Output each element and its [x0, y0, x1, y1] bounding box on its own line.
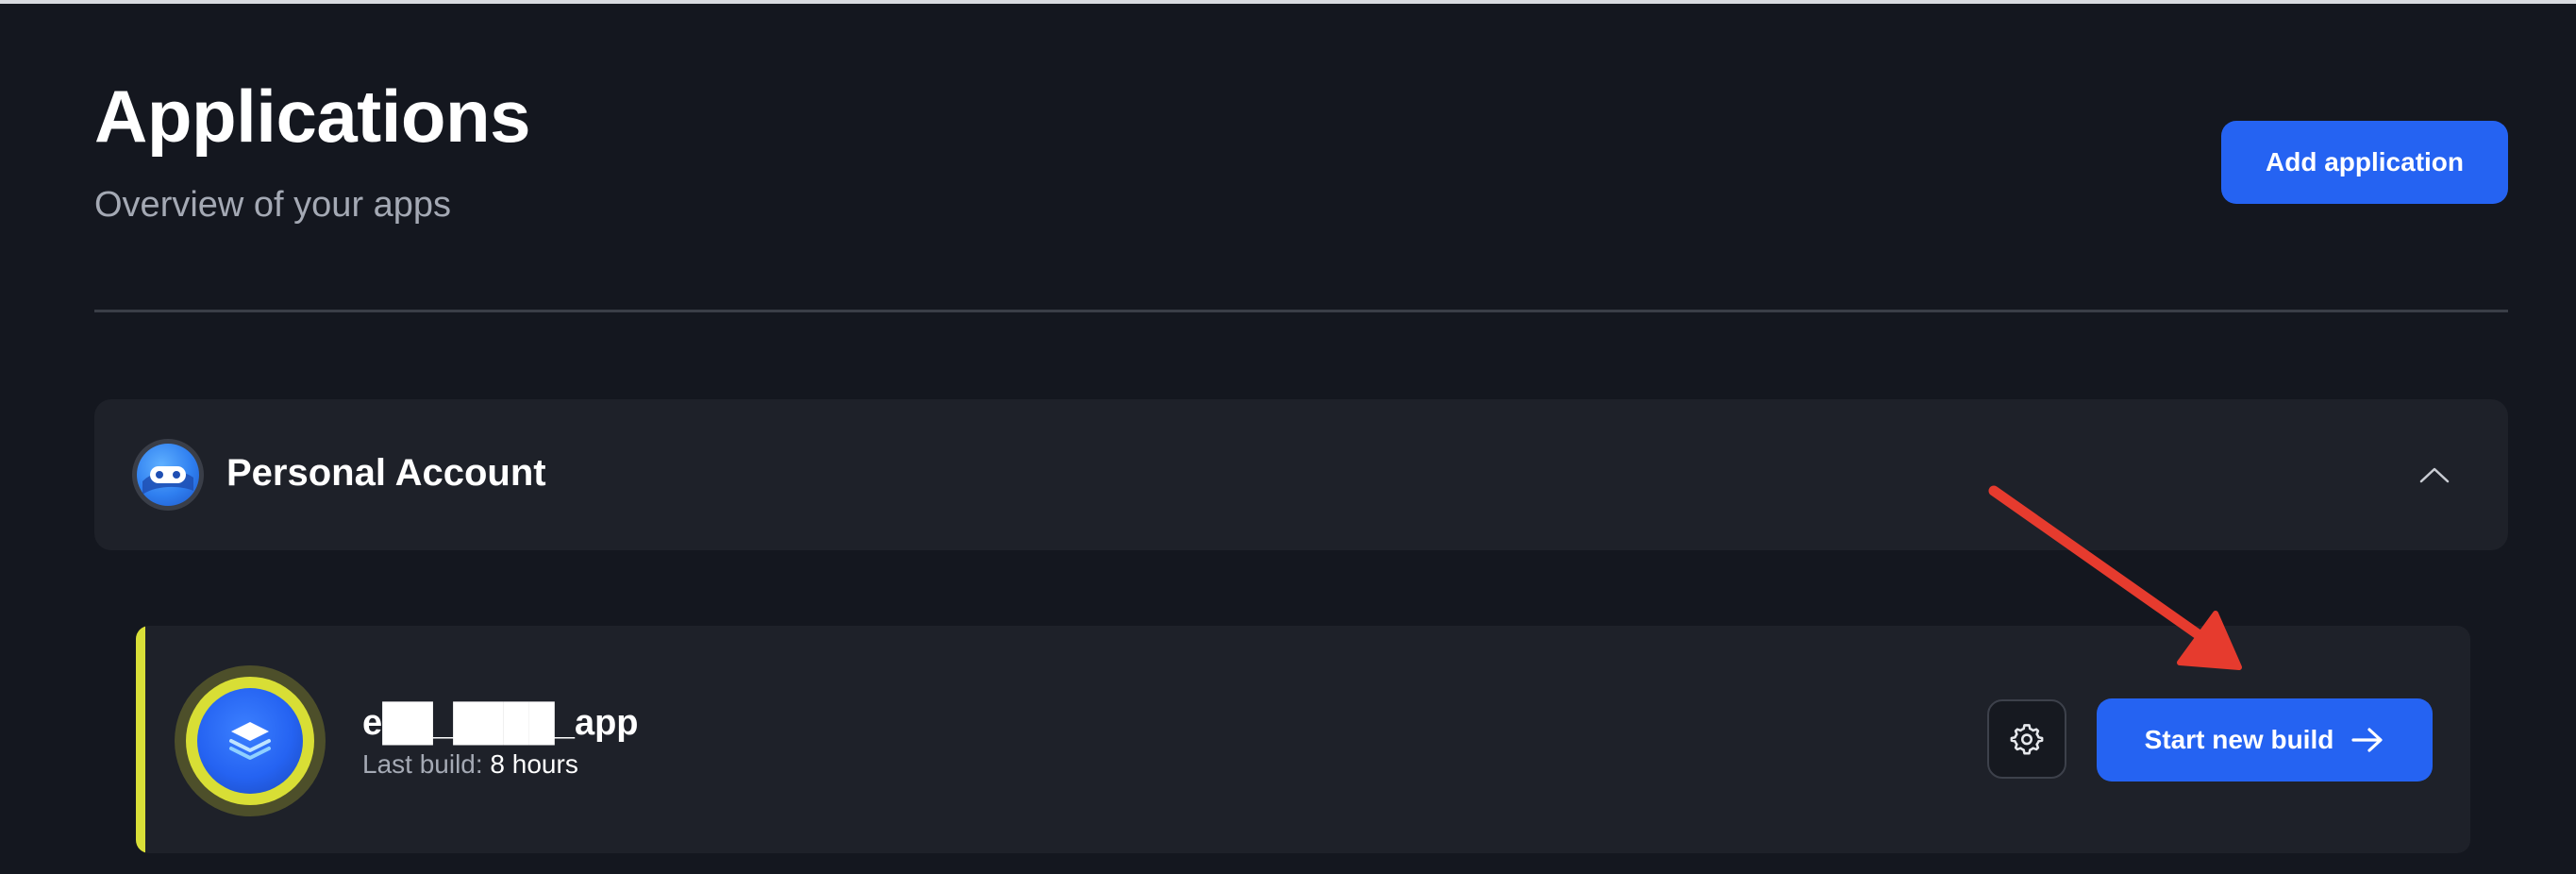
- last-build-label: Last build:: [362, 749, 483, 779]
- add-application-button[interactable]: Add application: [2221, 121, 2508, 204]
- account-avatar: [132, 439, 204, 511]
- app-name[interactable]: e██_████_app: [362, 705, 639, 741]
- page-title: Applications: [94, 75, 531, 158]
- last-build-value: 8 hours: [490, 749, 578, 779]
- collapse-toggle-button[interactable]: [2408, 448, 2461, 501]
- app-avatar-ring: [186, 677, 314, 805]
- header-divider: [94, 310, 2508, 312]
- application-card[interactable]: e██_████_app Last build: 8 hours Start n…: [136, 626, 2470, 853]
- app-avatar: [175, 665, 326, 816]
- chevron-up-icon: [2419, 467, 2450, 483]
- last-build-info: Last build: 8 hours: [362, 751, 578, 778]
- window-top-edge: [0, 0, 2576, 4]
- account-section-header[interactable]: Personal Account: [94, 399, 2508, 550]
- app-card-accent-bar: [136, 626, 145, 853]
- account-name: Personal Account: [226, 452, 546, 494]
- layers-stack-icon: [197, 688, 303, 794]
- start-new-build-button[interactable]: Start new build: [2097, 698, 2433, 782]
- robot-face-icon: [137, 444, 199, 506]
- page-subtitle: Overview of your apps: [94, 185, 452, 225]
- app-settings-button[interactable]: [1987, 699, 2066, 779]
- arrow-right-icon: [2351, 728, 2383, 752]
- gear-icon: [2010, 724, 2044, 755]
- start-build-label: Start new build: [2144, 725, 2334, 754]
